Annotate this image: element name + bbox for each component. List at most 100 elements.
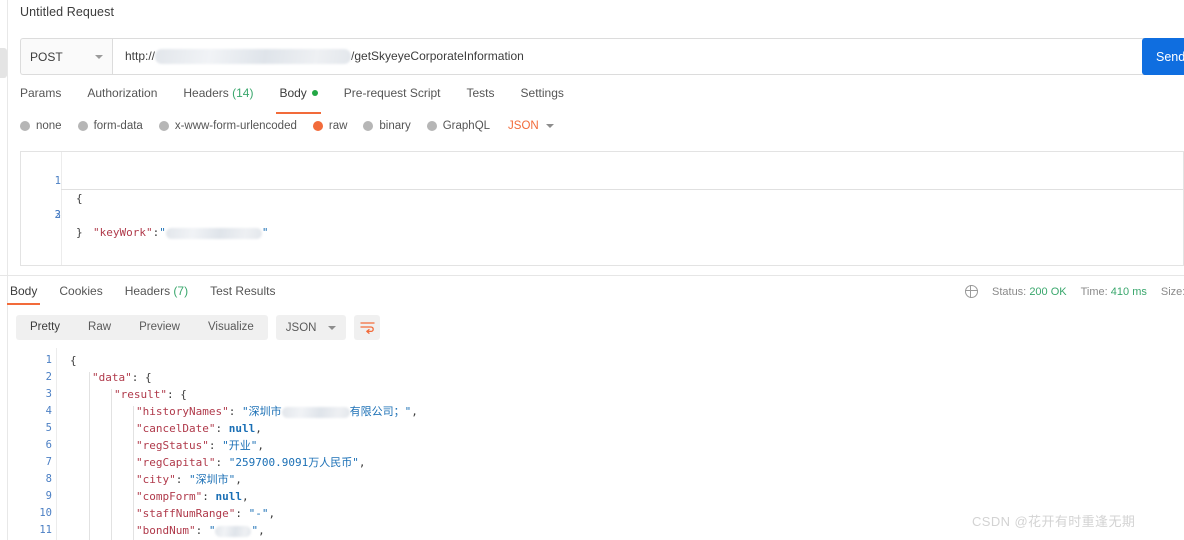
body-type-graphql[interactable]: GraphQL: [426, 120, 491, 132]
json-value-suffix: 有限公司；": [349, 405, 412, 418]
line-number: 10: [39, 507, 52, 519]
code-line: 3 }: [21, 190, 1183, 239]
json-key: "data": [92, 371, 132, 384]
chevron-down-icon: [95, 54, 103, 59]
json-separator: :: [175, 473, 189, 486]
view-mode-group: Pretty Raw Preview Visualize: [16, 315, 268, 340]
http-method-label: POST: [30, 49, 63, 64]
radio-icon: [20, 121, 30, 131]
line-number: 9: [45, 490, 52, 502]
code-line: 5 "cancelDate": null,: [10, 420, 1184, 437]
tab-settings[interactable]: Settings: [521, 86, 564, 112]
body-type-none-label: none: [36, 120, 62, 132]
json-key: "regCapital": [136, 456, 216, 469]
view-mode-visualize[interactable]: Visualize: [194, 315, 268, 340]
time-value: 410 ms: [1110, 285, 1147, 298]
status-label: Status:: [992, 285, 1027, 298]
size-badge: Size: 3.: [1161, 286, 1184, 298]
tab-headers-count: (14): [232, 86, 254, 100]
body-type-raw-label: raw: [328, 120, 348, 132]
body-type-binary[interactable]: binary: [363, 120, 411, 132]
response-tab-cookies[interactable]: Cookies: [59, 284, 102, 304]
body-type-raw[interactable]: raw: [312, 120, 348, 132]
line-number: 6: [45, 439, 52, 451]
json-key: "compForm": [136, 490, 203, 503]
json-separator: :: [215, 456, 229, 469]
url-suffix: /getSkyeyeCorporateInformation: [351, 48, 524, 63]
tab-params[interactable]: Params: [20, 86, 61, 112]
size-label: Size:: [1160, 285, 1184, 298]
radio-icon: [426, 121, 437, 131]
send-button[interactable]: Send: [1142, 38, 1184, 75]
body-present-dot-icon: [311, 90, 318, 96]
json-comma: ,: [235, 473, 242, 486]
line-text: "historyNames": "深圳市 有限公司；",: [136, 403, 418, 420]
json-value-prefix: "深圳市: [241, 405, 282, 418]
request-body-editor[interactable]: 1 { 2 "keyWork":" " 3 }: [20, 151, 1184, 266]
request-title: Untitled Request: [20, 5, 115, 19]
json-value: "开业": [222, 439, 258, 452]
response-format-select[interactable]: JSON: [275, 315, 347, 340]
csdn-watermark: CSDN @花开有时重逢无期: [972, 514, 1136, 529]
line-text: {: [70, 352, 77, 369]
json-value: "深圳市": [189, 473, 236, 486]
url-input[interactable]: http:// /getSkyeyeCorporateInformation: [112, 38, 1154, 75]
tab-tests-label: Tests: [466, 86, 495, 100]
response-tabs: Body Cookies Headers (7) Test Results: [6, 284, 297, 305]
json-bracket: {: [145, 371, 152, 384]
sidebar-drag-handle[interactable]: [0, 48, 7, 78]
tab-body-label: Body: [279, 86, 307, 100]
tab-tests[interactable]: Tests: [467, 86, 495, 112]
view-mode-pretty[interactable]: Pretty: [16, 315, 74, 340]
tab-body[interactable]: Body: [276, 86, 322, 114]
body-type-graphql-label: GraphQL: [442, 120, 491, 132]
http-method-select[interactable]: POST: [20, 38, 112, 75]
response-tab-test-results[interactable]: Test Results: [210, 284, 275, 304]
radio-selected-icon: [312, 121, 323, 131]
json-separator: :: [215, 422, 229, 435]
line-text: "keyWork":" ": [93, 224, 268, 241]
line-number: 2: [45, 371, 52, 383]
line-text: "bondNum": " ",: [136, 522, 265, 539]
request-format-label: JSON: [508, 120, 539, 132]
response-tab-cookies-label: Cookies: [59, 284, 103, 298]
line-text: "city": "深圳市",: [136, 471, 242, 488]
request-format-select[interactable]: JSON: [508, 120, 554, 132]
line-number: 3: [54, 209, 61, 221]
tab-params-label: Params: [20, 86, 62, 100]
code-line: 4 "historyNames": "深圳市 有限公司；",: [10, 403, 1184, 420]
json-separator: :: [235, 507, 249, 520]
response-tab-headers[interactable]: Headers (7): [125, 284, 188, 304]
body-type-form-data[interactable]: form-data: [77, 120, 143, 132]
tab-headers[interactable]: Headers (14): [183, 86, 253, 112]
tab-pre-request-script[interactable]: Pre-request Script: [344, 86, 441, 112]
line-text: "staffNumRange": "-",: [136, 505, 275, 522]
json-comma: ,: [255, 422, 262, 435]
body-type-urlencoded[interactable]: x-www-form-urlencoded: [158, 120, 297, 132]
json-separator: :: [166, 388, 181, 401]
view-mode-preview[interactable]: Preview: [125, 315, 194, 340]
line-text: "regStatus": "开业",: [136, 437, 264, 454]
tab-pre-request-script-label: Pre-request Script: [343, 86, 441, 100]
tab-authorization[interactable]: Authorization: [87, 86, 157, 112]
globe-icon[interactable]: [964, 284, 979, 299]
json-bracket: {: [70, 354, 77, 367]
response-tab-headers-label: Headers: [124, 284, 171, 298]
line-number: 5: [45, 422, 52, 434]
line-text: }: [76, 226, 83, 239]
json-key: "cancelDate": [136, 422, 216, 435]
body-type-none[interactable]: none: [20, 120, 62, 132]
status-badge: Status: 200 OK: [992, 286, 1067, 298]
request-code: 1 { 2 "keyWork":" " 3 }: [21, 156, 1183, 239]
json-value-prefix: ": [208, 524, 216, 537]
view-mode-raw[interactable]: Raw: [74, 315, 125, 340]
json-key: "result": [114, 388, 167, 401]
status-value: 200 OK: [1029, 285, 1067, 298]
json-comma: ,: [268, 507, 276, 520]
response-tab-body[interactable]: Body: [6, 284, 41, 305]
wrap-lines-button[interactable]: [354, 315, 381, 340]
code-line: 2 "data": {: [10, 369, 1184, 386]
code-line: 1 {: [21, 156, 1183, 205]
line-number: 1: [45, 354, 52, 366]
response-tab-headers-count: (7): [173, 284, 189, 298]
